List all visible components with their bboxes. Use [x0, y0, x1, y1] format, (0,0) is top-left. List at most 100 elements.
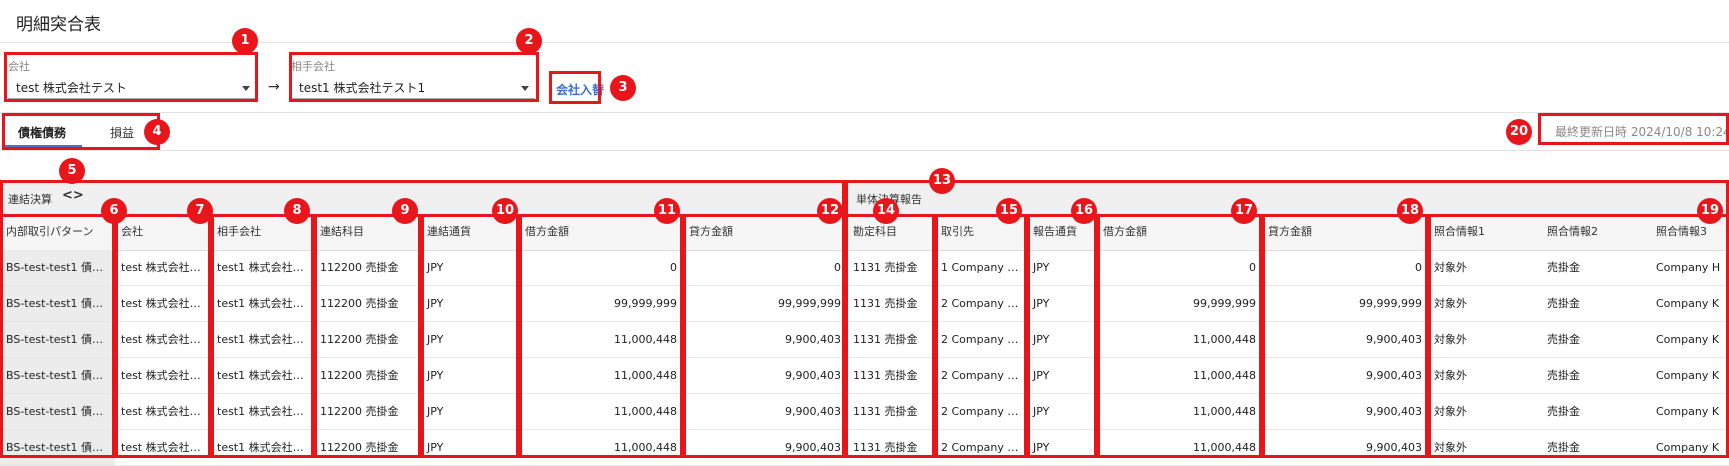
cell-counterparty: 2 Company … [941, 333, 1019, 346]
cell-report-currency: JPY [1033, 297, 1050, 310]
cell-consolidated-account: 112200 売掛金 [320, 369, 399, 382]
cell-report-currency: JPY [1033, 369, 1050, 382]
annotation-badge-11: 11 [654, 198, 680, 224]
cell-counterparty: 1 Company … [941, 261, 1019, 274]
annotation-badge-2: 2 [516, 28, 542, 54]
annotation-badge-8: 8 [284, 198, 310, 224]
cell-match-info-3: Company H [1656, 261, 1721, 274]
cell-debit-amount: 99,999,999 [614, 297, 677, 310]
cell-match-info-2: 売掛金 [1547, 333, 1580, 346]
cell-match-info-1: 対象外 [1434, 369, 1467, 382]
cell-report-currency: JPY [1033, 441, 1050, 454]
cell-consolidated-currency: JPY [427, 405, 444, 418]
company-select-value: test 株式会社テスト [16, 81, 127, 95]
cell-counterparty: 2 Company … [941, 369, 1019, 382]
cell-partner: test1 株式会社… [217, 261, 304, 274]
annotation-badge-18: 18 [1397, 198, 1423, 224]
cell-consolidated-currency: JPY [427, 369, 444, 382]
tab-profit-loss[interactable]: 損益 [110, 124, 134, 141]
cell-match-info-2: 売掛金 [1547, 369, 1580, 382]
cell-debit-amount: 11,000,448 [614, 369, 677, 382]
column-header-pattern[interactable]: 内部取引パターン [0, 214, 115, 250]
cell-consolidated-currency: JPY [427, 297, 444, 310]
company-label: 会社 [8, 60, 30, 73]
cell-consolidated-account: 112200 売掛金 [320, 441, 399, 454]
cell-report-debit-amount: 11,000,448 [1193, 369, 1256, 382]
cell-match-info-2: 売掛金 [1547, 405, 1580, 418]
cell-report-credit-amount: 9,900,403 [1366, 405, 1422, 418]
partner-label: 相手会社 [291, 60, 335, 73]
cell-consolidated-account: 112200 売掛金 [320, 405, 399, 418]
cell-match-info-3: Company K [1656, 441, 1720, 454]
cell-match-info-1: 対象外 [1434, 441, 1467, 454]
cell-consolidated-currency: JPY [427, 333, 444, 346]
cell-credit-amount: 99,999,999 [778, 297, 841, 310]
swap-companies-link[interactable]: 会社入替 [556, 81, 604, 98]
tab-receivables-payables[interactable]: 債権債務 [18, 124, 66, 141]
cell-match-info-1: 対象外 [1434, 297, 1467, 310]
chevron-down-icon [521, 86, 529, 91]
cell-report-credit-amount: 9,900,403 [1366, 369, 1422, 382]
cell-match-info-1: 対象外 [1434, 405, 1467, 418]
page-title: 明細突合表 [16, 15, 101, 35]
cell-match-info-1: 対象外 [1434, 261, 1467, 274]
cell-debit-amount: 11,000,448 [614, 441, 677, 454]
cell-credit-amount: 0 [834, 261, 841, 274]
cell-company: test 株式会社… [121, 261, 201, 274]
cell-credit-amount: 9,900,403 [785, 405, 841, 418]
column-header-match-info-2[interactable]: 照合情報2 [1541, 214, 1650, 250]
cell-company: test 株式会社… [121, 297, 201, 310]
cell-partner: test1 株式会社… [217, 369, 304, 382]
annotation-badge-19: 19 [1697, 198, 1723, 224]
cell-partner: test1 株式会社… [217, 297, 304, 310]
cell-pattern: BS-test-test1 債… [0, 250, 115, 286]
expand-collapse-icon[interactable]: <> [62, 188, 84, 203]
cell-credit-amount: 9,900,403 [785, 369, 841, 382]
cell-pattern: BS-test-test1 債… [0, 394, 115, 430]
cell-match-info-1: 対象外 [1434, 333, 1467, 346]
arrow-right-icon: → [268, 79, 280, 95]
cell-report-credit-amount: 9,900,403 [1366, 441, 1422, 454]
annotation-badge-10: 10 [492, 198, 518, 224]
partner-select[interactable]: test1 株式会社テスト1 [291, 77, 535, 99]
cell-partner: test1 株式会社… [217, 333, 304, 346]
annotation-badge-9: 9 [392, 198, 418, 224]
cell-match-info-3: Company K [1656, 405, 1720, 418]
cell-account: 1131 売掛金 [853, 297, 918, 310]
column-header-match-info-1[interactable]: 照合情報1 [1428, 214, 1541, 250]
cell-report-debit-amount: 11,000,448 [1193, 405, 1256, 418]
annotation-badge-4: 4 [144, 119, 170, 145]
cell-counterparty: 2 Company … [941, 441, 1019, 454]
cell-report-debit-amount: 11,000,448 [1193, 333, 1256, 346]
cell-report-credit-amount: 9,900,403 [1366, 333, 1422, 346]
last-updated-text: 最終更新日時 2024/10/8 10:24 [1555, 125, 1729, 139]
divider [0, 150, 1729, 151]
cell-pattern: BS-test-test1 債… [0, 286, 115, 322]
cell-consolidated-account: 112200 売掛金 [320, 261, 399, 274]
cell-account: 1131 売掛金 [853, 441, 918, 454]
cell-report-debit-amount: 11,000,448 [1193, 441, 1256, 454]
partner-select-value: test1 株式会社テスト1 [299, 81, 426, 95]
cell-account: 1131 売掛金 [853, 405, 918, 418]
company-select[interactable]: test 株式会社テスト [8, 77, 256, 99]
cell-match-info-3: Company K [1656, 297, 1720, 310]
annotation-badge-15: 15 [996, 198, 1022, 224]
divider [0, 112, 1729, 113]
cell-report-credit-amount: 99,999,999 [1359, 297, 1422, 310]
annotation-badge-3: 3 [610, 75, 636, 101]
cell-match-info-3: Company K [1656, 333, 1720, 346]
cell-debit-amount: 11,000,448 [614, 405, 677, 418]
cell-report-credit-amount: 0 [1415, 261, 1422, 274]
divider [0, 42, 1729, 43]
cell-report-currency: JPY [1033, 405, 1050, 418]
annotation-badge-14: 14 [873, 198, 899, 224]
cell-account: 1131 売掛金 [853, 333, 918, 346]
cell-match-info-2: 売掛金 [1547, 261, 1580, 274]
cell-company: test 株式会社… [121, 441, 201, 454]
cell-report-currency: JPY [1033, 261, 1050, 274]
cell-debit-amount: 11,000,448 [614, 333, 677, 346]
cell-credit-amount: 9,900,403 [785, 441, 841, 454]
cell-report-currency: JPY [1033, 333, 1050, 346]
cell-company: test 株式会社… [121, 369, 201, 382]
cell-partner: test1 株式会社… [217, 405, 304, 418]
